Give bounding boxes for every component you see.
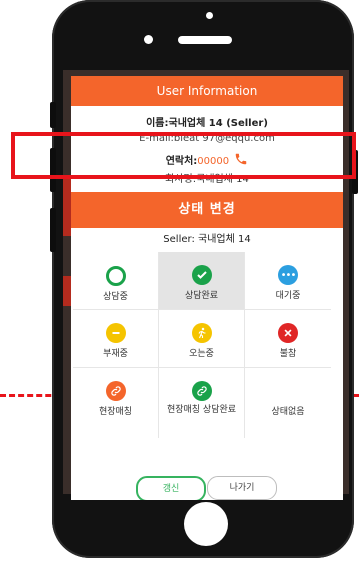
status-option-counseling-done[interactable]: 상담완료 bbox=[159, 252, 245, 310]
more-dots-icon: ••• bbox=[278, 265, 298, 285]
status-option-onsite-matching-done[interactable]: 현장매칭 상담완료 bbox=[159, 368, 245, 438]
status-label: 현장매칭 상담완료 bbox=[166, 405, 237, 415]
front-sensor bbox=[206, 12, 213, 19]
annotation-highlight-box bbox=[11, 132, 356, 179]
status-label: 불참 bbox=[279, 349, 297, 359]
status-option-waiting[interactable]: ••• 대기중 bbox=[245, 252, 331, 310]
status-label: 현장매칭 bbox=[98, 407, 133, 417]
name-line: 이름:국내업체 14 (Seller) bbox=[71, 114, 343, 129]
status-change-title: 상태 변경 bbox=[71, 192, 343, 228]
status-option-counseling[interactable]: 상담중 bbox=[73, 252, 159, 310]
status-label: 부재중 bbox=[103, 349, 128, 359]
status-option-no-show[interactable]: 불참 bbox=[245, 310, 331, 368]
seller-line: Seller: 국내업체 14 bbox=[163, 234, 251, 245]
volume-button bbox=[50, 102, 56, 128]
minus-circle-icon bbox=[105, 323, 126, 343]
running-person-icon bbox=[191, 323, 212, 343]
status-option-coming[interactable]: 오는중 bbox=[159, 310, 245, 368]
status-option-onsite-matching[interactable]: 현장매칭 bbox=[73, 368, 159, 438]
home-button[interactable] bbox=[184, 502, 228, 546]
speaker bbox=[178, 36, 232, 44]
status-label: 오는중 bbox=[189, 349, 214, 359]
name-value: 국내업체 14 (Seller) bbox=[168, 118, 268, 129]
status-label: 상태없음 bbox=[271, 407, 305, 417]
status-label: 대기중 bbox=[275, 291, 301, 301]
volume-button bbox=[50, 208, 56, 252]
modal-title: User Information bbox=[71, 76, 343, 106]
background-stripe bbox=[63, 176, 71, 236]
x-circle-icon bbox=[278, 323, 298, 343]
status-label: 상담중 bbox=[103, 292, 128, 302]
modal-buttons: 갱신 나가기 bbox=[71, 476, 343, 500]
exit-button[interactable]: 나가기 bbox=[207, 476, 277, 500]
camera bbox=[144, 35, 153, 44]
status-option-none[interactable]: 상태없음 bbox=[245, 368, 331, 438]
status-label: 상담완료 bbox=[184, 291, 219, 301]
status-grid: 상담중 상담완료 ••• 대기중 부재중 오는중 불참 현장매칭 현장매칭 상담… bbox=[71, 252, 343, 462]
status-option-absent[interactable]: 부재중 bbox=[73, 310, 159, 368]
name-label: 이름: bbox=[146, 118, 169, 129]
check-circle-icon bbox=[191, 265, 212, 285]
link-icon bbox=[105, 381, 126, 401]
link-icon bbox=[191, 381, 212, 401]
refresh-button[interactable]: 갱신 bbox=[136, 476, 206, 500]
circle-outline-icon bbox=[105, 266, 126, 286]
background-stripe bbox=[63, 276, 71, 306]
